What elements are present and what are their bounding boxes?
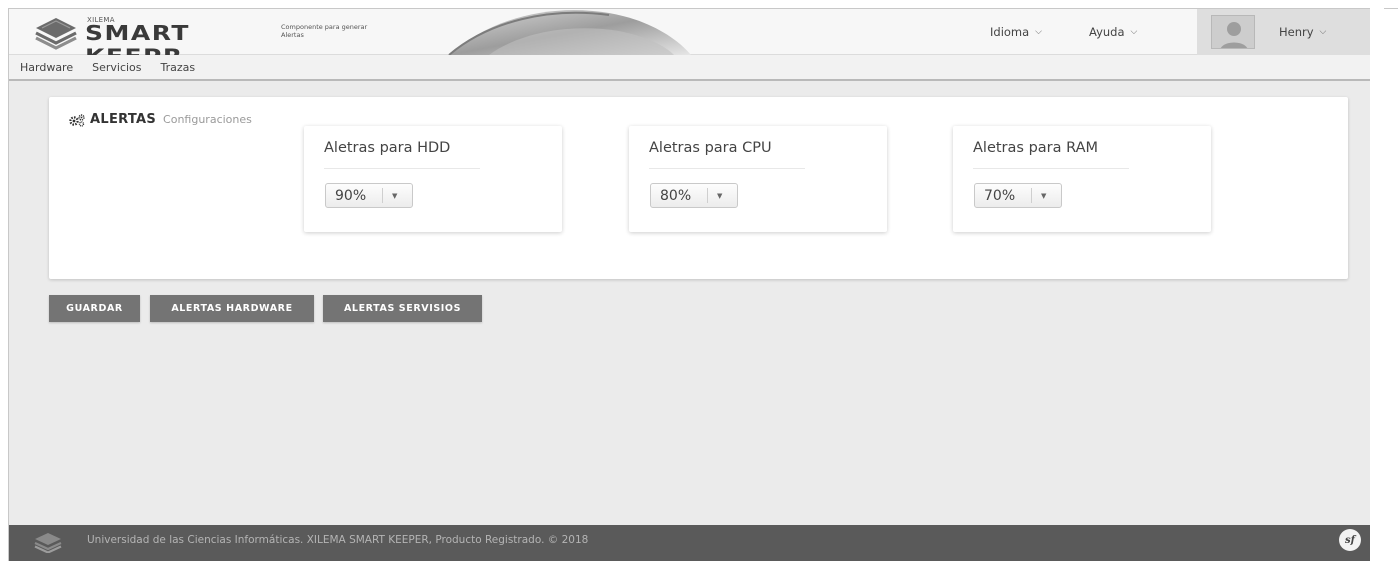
panel-subtitle: Configuraciones (163, 113, 252, 126)
xilema-logo-icon (35, 18, 77, 50)
help-menu[interactable]: Ayuda ⌵ (1089, 9, 1137, 55)
language-menu[interactable]: Idioma ⌵ (990, 9, 1042, 55)
caret-down-icon: ▼ (717, 191, 723, 200)
cpu-threshold-select[interactable]: 80% ▼ (650, 183, 738, 208)
ram-alert-title: Aletras para RAM (973, 140, 1099, 156)
cpu-threshold-value: 80% (660, 187, 692, 204)
select-separator (1031, 188, 1032, 203)
window-edge-line (1384, 8, 1398, 9)
language-menu-label: Idioma (990, 25, 1030, 39)
ram-threshold-select[interactable]: 70% ▼ (974, 183, 1062, 208)
footer: Universidad de las Ciencias Informáticas… (9, 525, 1370, 561)
user-avatar-icon (1211, 15, 1255, 49)
nav-item-trazas[interactable]: Trazas (161, 61, 196, 74)
user-menu[interactable]: Henry ⌵ (1197, 9, 1370, 55)
brand-logo[interactable]: XILEMA SMART KEEPR (33, 13, 295, 69)
xilema-logo-icon (34, 533, 62, 553)
caret-down-icon: ▼ (1041, 191, 1047, 200)
brand-text: XILEMA SMART KEEPR (85, 14, 295, 69)
service-alerts-button[interactable]: ALERTAS SERVISIOS (323, 295, 482, 322)
ram-threshold-value: 70% (984, 187, 1016, 204)
cpu-alert-title: Aletras para CPU (649, 140, 772, 156)
divider (973, 168, 1129, 169)
hdd-threshold-value: 90% (335, 187, 367, 204)
panel-title-text: ALERTAS (90, 112, 157, 127)
hdd-threshold-select[interactable]: 90% ▼ (325, 183, 413, 208)
brand-tagline: Componente para generar Alertas (281, 23, 368, 39)
caret-down-icon: ▼ (392, 191, 398, 200)
select-separator (382, 188, 383, 203)
hdd-alert-card: Aletras para HDD 90% ▼ (304, 126, 562, 232)
divider (649, 168, 805, 169)
cpu-alert-card: Aletras para CPU 80% ▼ (629, 126, 887, 232)
symfony-icon[interactable]: sf (1339, 529, 1361, 551)
nav-item-servicios[interactable]: Servicios (92, 61, 141, 74)
chevron-down-icon: ⌵ (1130, 27, 1138, 37)
select-separator (707, 188, 708, 203)
gears-icon (69, 113, 85, 127)
hardware-alerts-button[interactable]: ALERTAS HARDWARE (150, 295, 314, 322)
save-button[interactable]: GUARDAR (49, 295, 140, 322)
header-swoosh-graphic (448, 10, 691, 55)
footer-copyright: Universidad de las Ciencias Informáticas… (87, 534, 589, 546)
hdd-alert-title: Aletras para HDD (324, 140, 451, 156)
ram-alert-card: Aletras para RAM 70% ▼ (953, 126, 1211, 232)
app-window: XILEMA SMART KEEPR Componente para gener… (8, 8, 1370, 561)
chevron-down-icon: ⌵ (1319, 27, 1327, 37)
help-menu-label: Ayuda (1089, 25, 1125, 39)
header-bar: XILEMA SMART KEEPR Componente para gener… (9, 9, 1370, 69)
user-name-dropdown[interactable]: Henry ⌵ (1279, 9, 1326, 55)
divider (324, 168, 480, 169)
alerts-config-panel: ALERTAS Configuraciones Aletras para HDD… (49, 97, 1348, 279)
main-nav: Hardware Servicios Trazas (9, 55, 1370, 81)
user-name-label: Henry (1279, 25, 1314, 39)
nav-item-hardware[interactable]: Hardware (20, 61, 73, 74)
panel-title: ALERTAS Configuraciones (68, 112, 252, 127)
chevron-down-icon: ⌵ (1035, 27, 1042, 37)
